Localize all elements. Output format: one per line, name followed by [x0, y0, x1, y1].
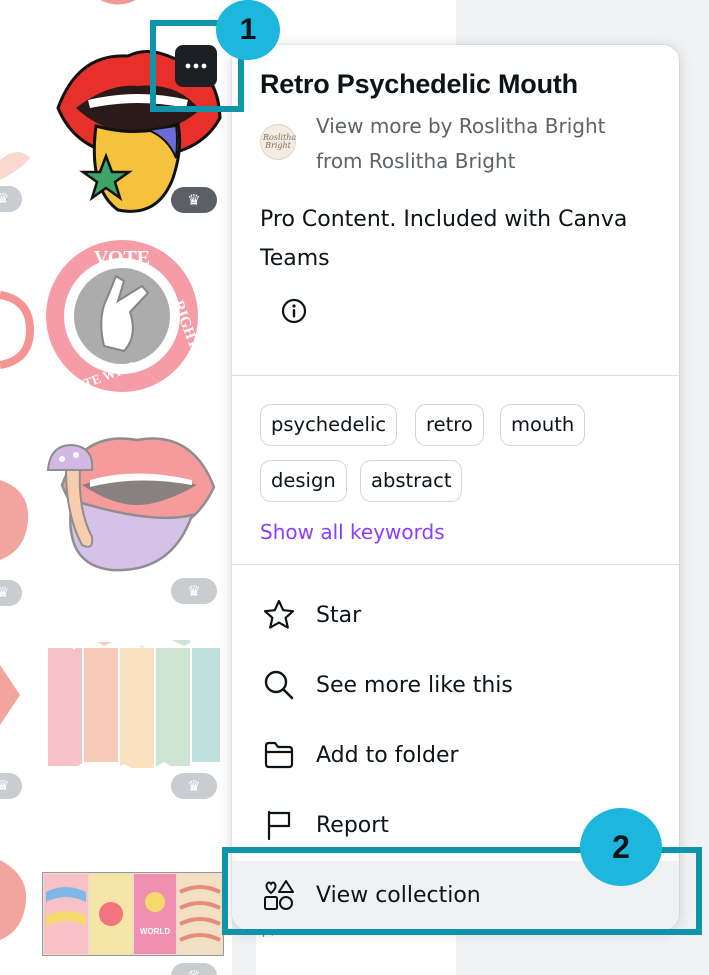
flag-icon [260, 806, 298, 844]
crown-icon: ♛ [0, 580, 22, 606]
gallery-item-retro-pattern-collage[interactable]: WORLD [42, 872, 224, 956]
badge-text-top: VOTE [94, 247, 150, 269]
crown-icon: ♛ [0, 186, 22, 212]
search-icon [260, 666, 298, 704]
gallery-item-left-partial-5[interactable] [0, 855, 30, 945]
element-gallery: ♛ ♛ ♛ ♛ VOTE RIGHT VOTE WISE ♛ ♛ WORLD [0, 0, 232, 975]
gallery-item-left-partial-2[interactable] [0, 290, 34, 370]
crown-icon: ♛ [171, 963, 217, 975]
star-icon [260, 596, 298, 634]
keyword-chip[interactable]: psychedelic [260, 404, 398, 446]
menu-item-label: Add to folder [316, 742, 459, 768]
crown-icon: ♛ [171, 773, 217, 799]
crown-icon: ♛ [171, 578, 217, 604]
gallery-item-left-partial-3[interactable] [0, 470, 32, 570]
keyword-chip[interactable]: mouth [500, 404, 586, 446]
info-button[interactable] [277, 294, 311, 328]
element-info-popover: Retro Psychedelic Mouth Roslitha Bright … [232, 45, 679, 930]
creator-source: from Roslitha Bright [316, 149, 516, 173]
menu-item-label: Report [316, 812, 389, 838]
annotation-step-2-badge: 2 [580, 808, 662, 886]
menu-item-label: Star [316, 602, 362, 628]
collage-text: WORLD [140, 927, 170, 936]
gallery-item-mushroom-tongue-lips[interactable] [42, 425, 222, 575]
gallery-item-vote-right-badge[interactable]: VOTE RIGHT VOTE WISE [42, 236, 202, 396]
crown-icon: ♛ [0, 773, 22, 799]
menu-item-label: See more like this [316, 672, 513, 698]
keyword-chip[interactable]: retro [415, 404, 484, 446]
element-title: Retro Psychedelic Mouth [260, 69, 578, 99]
annotation-step-1-badge: 1 [216, 0, 280, 60]
gallery-item-retro-paint-strokes[interactable] [44, 636, 224, 776]
keyword-chip[interactable]: design [260, 460, 347, 502]
avatar-text: Roslitha Bright [263, 133, 297, 150]
info-icon [281, 298, 307, 324]
show-all-keywords-link[interactable]: Show all keywords [260, 520, 445, 544]
menu-item-add-to-folder[interactable]: Add to folder [232, 721, 679, 789]
gallery-item-top-partial[interactable] [78, 0, 158, 22]
gallery-item-left-partial-4[interactable] [0, 655, 24, 735]
divider [232, 375, 679, 376]
menu-item-star[interactable]: Star [232, 581, 679, 649]
license-text: Pro Content. Included with Canva Teams [260, 207, 628, 271]
creator-link[interactable]: View more by Roslitha Bright [316, 114, 605, 138]
keyword-chip[interactable]: abstract [360, 460, 463, 502]
menu-item-see-more-like-this[interactable]: See more like this [232, 651, 679, 719]
creator-avatar[interactable]: Roslitha Bright [260, 124, 296, 160]
crown-icon: ♛ [171, 187, 217, 213]
divider [232, 564, 679, 565]
gallery-item-left-partial-1[interactable] [0, 140, 34, 185]
folder-icon [260, 736, 298, 774]
